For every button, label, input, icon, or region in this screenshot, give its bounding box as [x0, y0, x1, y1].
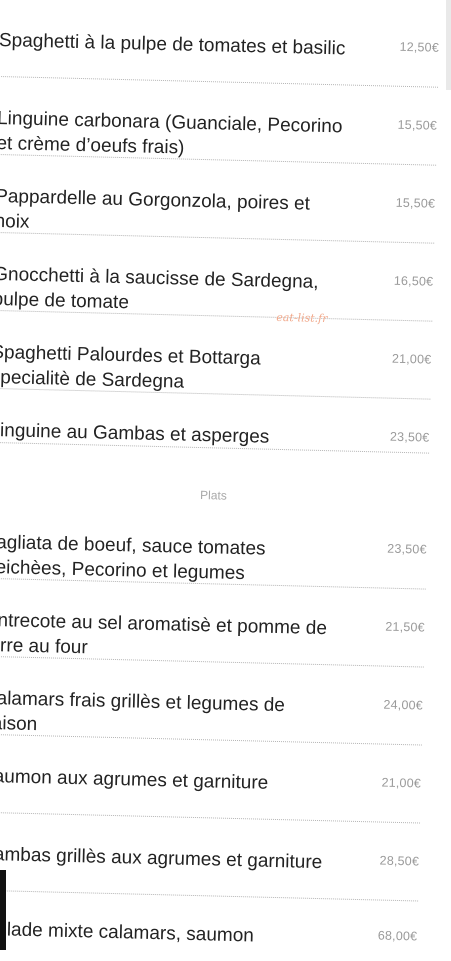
- menu-item: Gambas grillès aux agrumes et garniture …: [0, 842, 419, 902]
- menu-item: Tagliata de boeuf, sauce tomates seichèe…: [0, 530, 427, 590]
- menu-item-price: 21,00€: [381, 775, 422, 791]
- menu-item: Linguine carbonara (Guanciale, Pecorino …: [0, 106, 437, 166]
- menu-item-name: Gambas grillès aux agrumes et garniture: [0, 843, 323, 874]
- menu-item: Entrecote au sel aromatisè et pomme de t…: [0, 608, 425, 668]
- menu-item-price: 23,50€: [387, 541, 427, 557]
- menu-item-name: Saumon aux agrumes et garniture: [0, 765, 269, 794]
- menu-item-price: 68,00€: [377, 928, 418, 944]
- menu-item: Calamars frais grillès et legumes de sai…: [0, 686, 423, 746]
- dotted-divider: [0, 75, 439, 88]
- photo-edge-shadow: [446, 0, 451, 90]
- menu-item-price: 28,50€: [379, 853, 420, 869]
- dotted-divider: [0, 889, 419, 902]
- menu-item-price: 24,00€: [383, 697, 424, 713]
- watermark: eat-list.fr: [276, 310, 328, 326]
- menu-item-price: 23,50€: [389, 429, 430, 445]
- menu-item-price: 21,00€: [391, 351, 432, 367]
- menu-item-price: 15,50€: [395, 195, 436, 211]
- menu-page: Spaghetti à la pulpe de tomates et basil…: [0, 0, 451, 961]
- menu-item-price: 21,50€: [385, 619, 425, 635]
- menu-item: Grillade mixte calamars, saumon 68,00€: [0, 917, 417, 947]
- menu-item: Saumon aux agrumes et garniture 21,00€: [0, 764, 421, 824]
- menu-item: Linguine au Gambas et asperges 23,50€: [0, 418, 430, 454]
- section-heading-plats: Plats: [199, 488, 227, 503]
- menu-item-name: Grillade mixte calamars, saumon: [0, 918, 255, 947]
- menu-item: Spaghetti à la pulpe de tomates et basil…: [0, 28, 439, 88]
- dotted-divider: [0, 811, 421, 824]
- menu-item-price: 12,50€: [399, 39, 440, 55]
- photo-edge-shadow: [0, 870, 6, 950]
- menu-item-price: 16,50€: [393, 273, 434, 289]
- menu-item-name: Spaghetti à la pulpe de tomates et basil…: [0, 29, 346, 60]
- menu-item: Gnocchetti à la saucisse de Sardegna, pu…: [0, 262, 433, 322]
- menu-item-price: 15,50€: [397, 117, 438, 133]
- menu-item: Spaghetti Palourdes et Bottarga speciali…: [0, 340, 432, 400]
- menu-item: Pappardelle au Gorgonzola, poires et noi…: [0, 184, 435, 244]
